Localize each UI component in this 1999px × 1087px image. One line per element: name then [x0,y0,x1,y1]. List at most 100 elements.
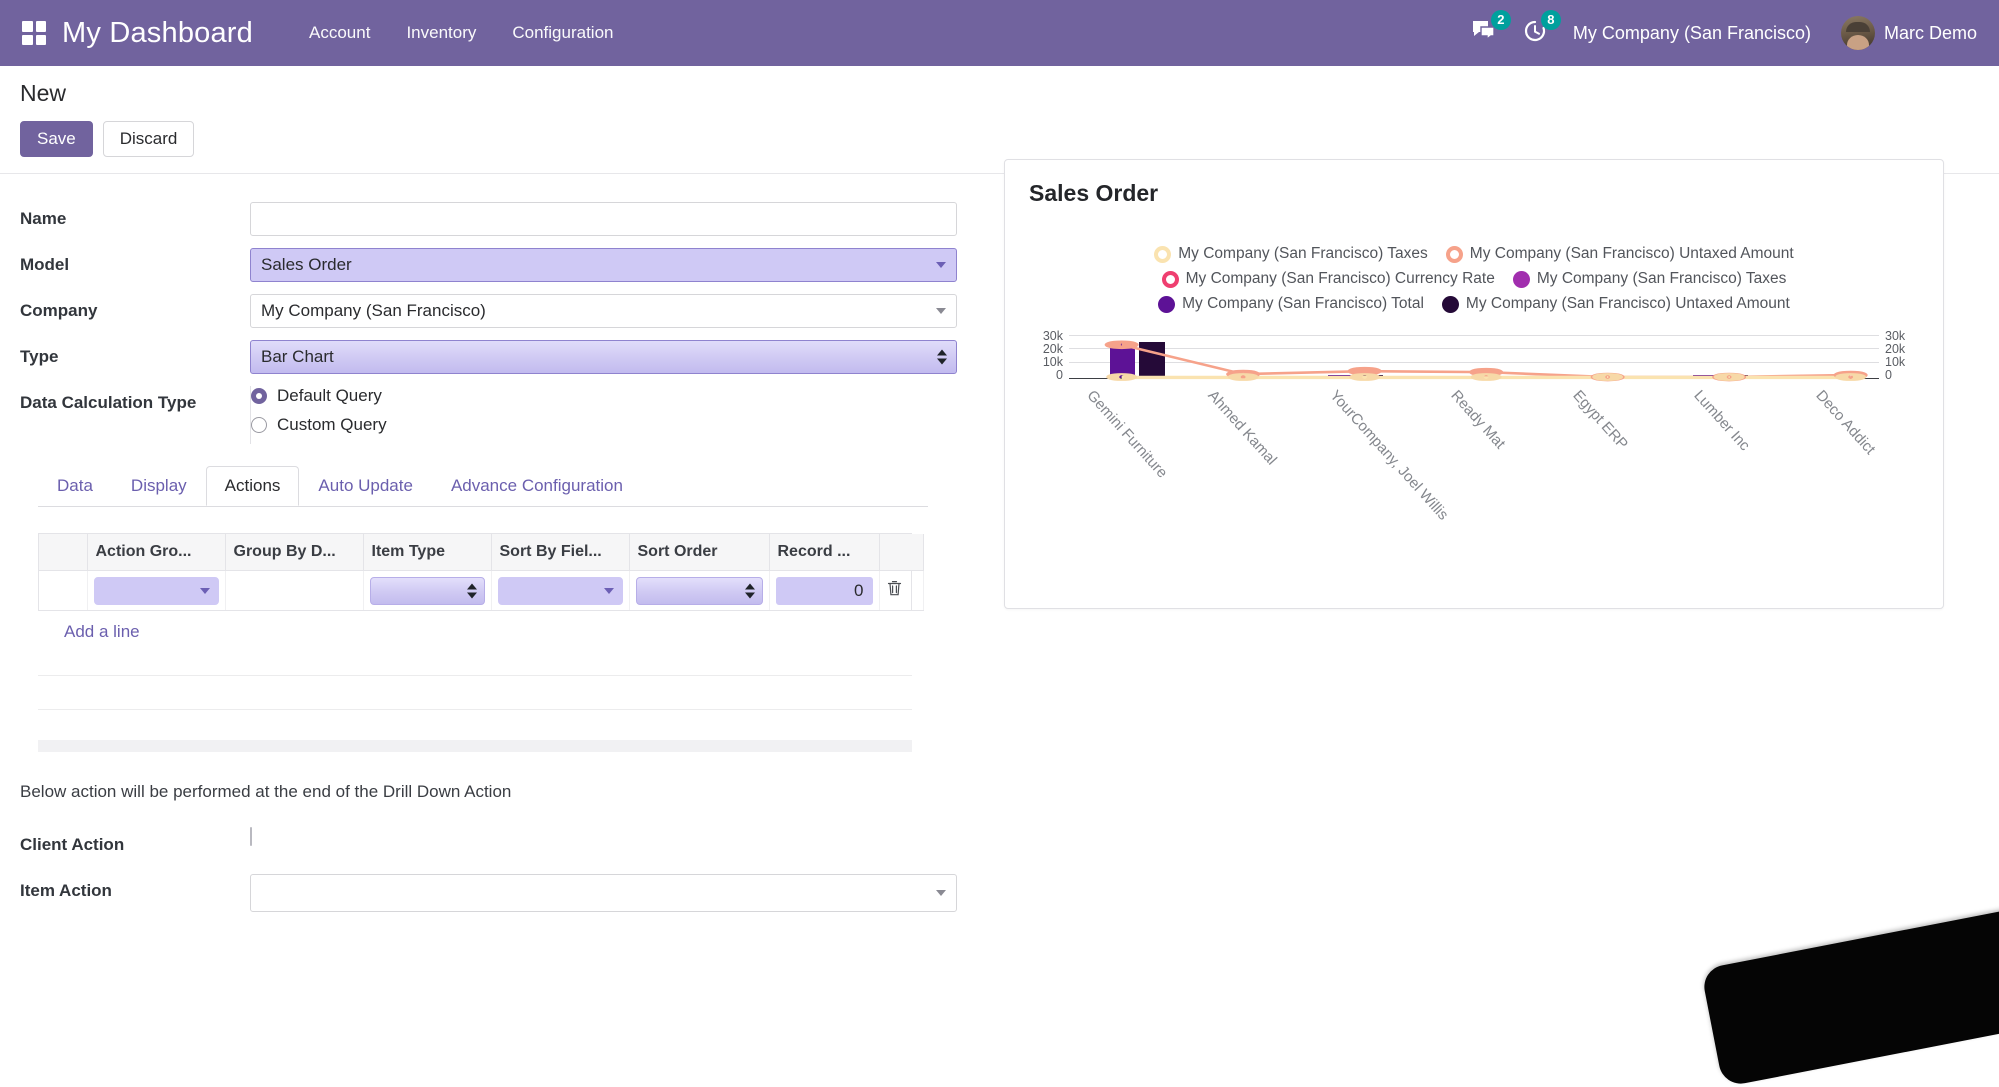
drill-down-section: Below action will be performed at the en… [0,752,1999,913]
sort-order-select[interactable] [635,576,763,605]
type-label: Type [20,347,59,367]
stepper-arrows-icon [466,583,477,599]
item-action-input[interactable] [250,874,957,913]
cell-record-limit[interactable]: 0 [769,570,880,612]
x-axis-label: Deco Addict [1812,387,1879,459]
model-label: Model [20,255,70,275]
column-row-actions [879,534,924,572]
top-navbar: My Dashboard Account Inventory Configura… [0,0,1999,66]
sort-by-field-select[interactable] [497,576,623,605]
legend-item-total-bar[interactable]: My Company (San Francisco) Total [1158,295,1424,313]
cell-sort-order[interactable] [629,570,770,612]
y-axis-tick-right: 20k [1885,342,1906,357]
field-row-name: Name [20,202,982,237]
item-action-select[interactable] [250,874,957,913]
radio-option-custom-query[interactable]: Custom Query [251,415,957,435]
cell-delete[interactable] [879,570,924,612]
company-label: Company [20,301,98,321]
field-row-model: Model [20,248,982,283]
company-select[interactable] [250,294,957,329]
column-action-group[interactable]: Action Gro... [87,534,226,572]
chart-title: Sales Order [1029,180,1159,207]
legend-marker-ring-salmon [1445,245,1463,263]
cell-action-group[interactable] [87,570,226,612]
activities-count-badge: 8 [1540,9,1561,30]
save-button[interactable]: Save [20,121,93,158]
item-action-label: Item Action [20,881,112,901]
type-input[interactable] [250,340,957,375]
drill-down-note: Below action will be performed at the en… [20,782,512,802]
tabs-underline [38,506,928,508]
menu-item-account[interactable]: Account [291,0,388,66]
chart-preview-column: Sales Order My Company (San Francisco) T… [982,159,1979,752]
legend-marker-ring-pink [1161,270,1179,288]
x-axis-label: Lumber Inc [1690,387,1754,455]
activities-clock-icon[interactable]: 8 [1523,9,1561,48]
legend-marker-dot-purple [1158,295,1176,313]
radio-option-default-query[interactable]: Default Query [251,386,957,406]
model-select[interactable] [250,248,957,283]
radio-icon-selected[interactable] [251,388,267,405]
legend-label: My Company (San Francisco) Currency Rate [1185,270,1495,288]
cell-sort-by-field[interactable] [491,570,630,612]
app-brand-title[interactable]: My Dashboard [62,17,253,50]
model-input[interactable] [250,248,957,283]
y-axis-tick-right: 30k [1885,329,1906,344]
item-type-select[interactable] [369,576,485,605]
legend-row: My Company (San Francisco) Total My Comp… [1158,295,1790,313]
legend-label: My Company (San Francisco) Taxes [1178,245,1428,263]
legend-item-currency-rate-line[interactable]: My Company (San Francisco) Currency Rate [1161,270,1495,288]
tab-actions[interactable]: Actions [205,466,300,507]
column-item-type[interactable]: Item Type [363,534,492,572]
legend-label: My Company (San Francisco) Untaxed Amoun… [1469,245,1794,263]
company-switcher[interactable]: My Company (San Francisco) [1573,23,1811,44]
y-axis-tick-left: 0 [1056,368,1063,383]
column-sort-by-field[interactable]: Sort By Fiel... [491,534,630,572]
user-menu[interactable]: Marc Demo [1840,16,1977,50]
form-sheet: Name Model Company [0,159,1999,753]
x-axis-label: Ahmed Kamal [1204,387,1281,469]
radio-icon-unselected[interactable] [251,417,267,434]
cell-handle [39,570,88,612]
action-group-select[interactable] [93,576,219,605]
tab-advance-configuration[interactable]: Advance Configuration [432,466,642,506]
data-calculation-type-radiogroup: Default Query Custom Query [250,386,957,445]
messages-icon[interactable]: 2 [1471,9,1511,48]
legend-item-taxes-line[interactable]: My Company (San Francisco) Taxes [1154,245,1428,263]
radio-label-custom-query: Custom Query [277,415,387,435]
legend-item-untaxed-line[interactable]: My Company (San Francisco) Untaxed Amoun… [1445,245,1794,263]
x-axis-label: Egypt ERP [1569,387,1631,454]
data-calculation-type-label: Data Calculation Type [20,393,197,413]
client-action-checkbox[interactable] [250,827,252,847]
column-sort-order[interactable]: Sort Order [629,534,770,572]
column-handle [39,534,88,572]
legend-item-taxes-bar[interactable]: My Company (San Francisco) Taxes [1512,270,1786,288]
name-input[interactable] [250,202,957,237]
table-empty-row [38,676,912,711]
type-select[interactable] [250,340,957,375]
tab-display[interactable]: Display [112,466,206,506]
radio-label-default-query: Default Query [277,386,382,406]
menu-item-configuration[interactable]: Configuration [494,0,631,66]
table-row[interactable]: 0 [39,570,924,612]
discard-button[interactable]: Discard [102,121,195,158]
apps-grid-icon[interactable] [22,21,46,45]
company-input[interactable] [250,294,957,329]
legend-label: My Company (San Francisco) Total [1182,295,1424,313]
topbar-right-group: 2 8 My Company (San Francisco) Marc Demo [1471,9,1977,50]
column-group-by-date[interactable]: Group By D... [225,534,364,572]
trash-icon[interactable] [886,579,903,602]
record-limit-input[interactable]: 0 [775,576,873,605]
tab-data[interactable]: Data [38,466,112,506]
field-row-data-calculation-type: Data Calculation Type Default Query Cust… [20,386,982,445]
column-record-limit[interactable]: Record ... [769,534,880,572]
table-header-row: Action Gro... Group By D... Item Type So… [39,534,924,572]
legend-item-untaxed-bar[interactable]: My Company (San Francisco) Untaxed Amoun… [1441,295,1790,313]
cell-group-by-date[interactable] [225,570,364,612]
chevron-down-icon [199,587,210,594]
menu-item-inventory[interactable]: Inventory [388,0,494,66]
markers-taxes [1106,373,1867,382]
tab-auto-update[interactable]: Auto Update [299,466,432,506]
cell-item-type[interactable] [363,570,492,612]
add-a-line-button[interactable]: Add a line [64,622,982,642]
